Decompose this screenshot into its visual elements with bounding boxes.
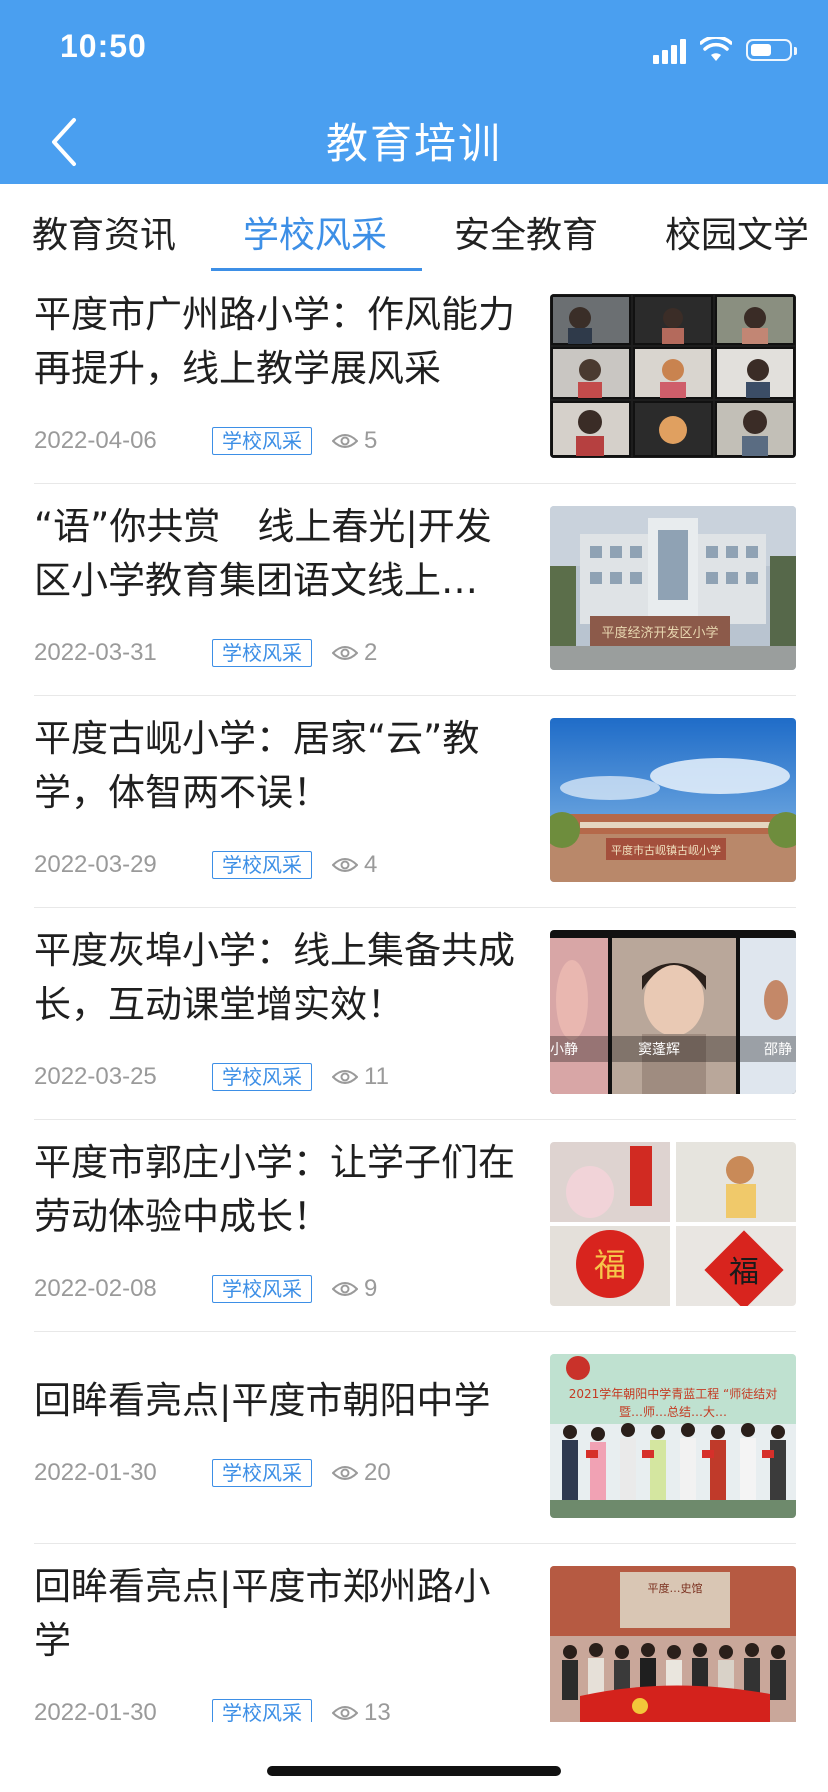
article-title: 平度古岘小学：居家“云”教学，体智两不误！ (34, 717, 480, 814)
tab-campus-literature[interactable]: 校园文学 (665, 206, 809, 258)
article-thumbnail[interactable]: 平度经济开发区小学 (550, 506, 796, 670)
eye-icon (332, 858, 358, 872)
view-count-value: 4 (364, 851, 378, 878)
home-indicator[interactable] (267, 1766, 561, 1776)
participant-name: 窦蓬辉 (638, 1042, 680, 1058)
article-tag: 学校风采 (212, 639, 312, 667)
status-icons (653, 32, 797, 68)
tab-school-style[interactable]: 学校风采 (243, 206, 387, 258)
fu-character-text: 福 (729, 1255, 759, 1290)
article-meta: 2022-04-06 学校风采 5 (34, 426, 377, 456)
article-thumbnail[interactable]: 福 福 (550, 1142, 796, 1306)
article-meta: 2022-03-31 学校风采 2 (34, 638, 377, 668)
article-list: 平度市广州路小学：作风能力再提升，线上教学展风采 2022-04-06 学校风采… (0, 272, 828, 1722)
view-count-value: 13 (364, 1699, 391, 1722)
stage-banner-text: 2021学年朝阳中学青蓝工程 “师徒结对 (569, 1386, 778, 1401)
eye-icon (332, 646, 358, 660)
article-tag: 学校风采 (212, 851, 312, 879)
eye-icon (332, 434, 358, 448)
spring-festival-image: 福 福 (550, 1142, 796, 1306)
school-gate-sign-text: 平度市古岘镇古岘小学 (611, 843, 721, 857)
page-title: 教育培训 (325, 119, 502, 168)
article-thumbnail[interactable]: 2021学年朝阳中学青蓝工程 “师徒结对 暨…师…总结…大… (550, 1354, 796, 1518)
school-gate-image: 平度市古岘镇古岘小学 (550, 718, 796, 882)
fu-character-text: 福 (594, 1246, 626, 1284)
active-tab-indicator (211, 268, 422, 271)
museum-sign-text: 平度…史馆 (648, 1581, 703, 1595)
view-count-value: 5 (364, 427, 378, 454)
article-date: 2022-01-30 (34, 1699, 157, 1722)
article-item[interactable]: 回眸看亮点|平度市朝阳中学 2022-01-30 学校风采 20 2021学年朝… (34, 1332, 796, 1544)
article-meta: 2022-01-30 学校风采 20 (34, 1458, 391, 1488)
article-date: 2022-03-29 (34, 851, 157, 878)
article-tag: 学校风采 (212, 1275, 312, 1303)
article-thumbnail[interactable]: 平度市古岘镇古岘小学 (550, 718, 796, 882)
view-count-value: 11 (364, 1063, 389, 1090)
stage-banner-subtext: 暨…师…总结…大… (619, 1405, 727, 1419)
article-title: 平度市广州路小学：作风能力再提升，线上教学展风采 (34, 293, 515, 390)
view-count: 20 (332, 1459, 391, 1487)
article-date: 2022-01-30 (34, 1459, 157, 1486)
cellular-signal-icon (653, 36, 686, 64)
battery-icon (746, 39, 797, 61)
stage-group-photo-image: 2021学年朝阳中学青蓝工程 “师徒结对 暨…师…总结…大… (550, 1354, 796, 1518)
article-title: 平度灰埠小学：线上集备共成长，互动课堂增实效！ (34, 929, 515, 1026)
video-call-grid-image (550, 294, 796, 458)
status-time: 10:50 (60, 28, 147, 64)
view-count-value: 2 (364, 639, 378, 666)
view-count: 5 (332, 427, 377, 455)
article-title: 回眸看亮点|平度市郑州路小学 (34, 1565, 491, 1662)
article-tag: 学校风采 (212, 427, 312, 455)
article-meta: 2022-01-30 学校风采 13 (34, 1698, 391, 1722)
participant-name: 小静 (550, 1042, 578, 1058)
video-call-teachers-image: 小静 窦蓬辉 邵静 (550, 930, 796, 1094)
view-count-value: 20 (364, 1459, 391, 1486)
tab-safety-education[interactable]: 安全教育 (454, 206, 598, 258)
article-meta: 2022-03-25 学校风采 11 (34, 1062, 389, 1092)
category-tabs: 教育资讯 学校风采 安全教育 校园文学 (0, 184, 828, 272)
article-date: 2022-02-08 (34, 1275, 157, 1302)
view-count: 9 (332, 1275, 377, 1303)
article-item[interactable]: “语”你共赏 线上春光|开发区小学教育集团语文线上… 2022-03-31 学校… (34, 484, 796, 696)
tab-education-news[interactable]: 教育资讯 (32, 206, 176, 258)
article-thumbnail[interactable] (550, 294, 796, 458)
school-sign-text: 平度经济开发区小学 (601, 625, 718, 641)
eye-icon (332, 1466, 358, 1480)
article-tag: 学校风采 (212, 1699, 312, 1722)
view-count: 4 (332, 851, 377, 879)
article-title: 回眸看亮点|平度市朝阳中学 (34, 1379, 491, 1422)
article-date: 2022-04-06 (34, 427, 157, 454)
article-date: 2022-03-25 (34, 1063, 157, 1090)
eye-icon (332, 1706, 358, 1720)
school-building-image: 平度经济开发区小学 (550, 506, 796, 670)
participant-name: 邵静 (764, 1042, 792, 1058)
article-meta: 2022-03-29 学校风采 4 (34, 850, 377, 880)
view-count: 11 (332, 1063, 389, 1091)
article-item[interactable]: 平度灰埠小学：线上集备共成长，互动课堂增实效！ 2022-03-25 学校风采 … (34, 908, 796, 1120)
wifi-icon (700, 37, 732, 61)
article-thumbnail[interactable]: 小静 窦蓬辉 邵静 (550, 930, 796, 1094)
article-tag: 学校风采 (212, 1459, 312, 1487)
article-date: 2022-03-31 (34, 639, 157, 666)
article-title: 平度市郭庄小学：让学子们在劳动体验中成长！ (34, 1141, 515, 1238)
eye-icon (332, 1070, 358, 1084)
article-item[interactable]: 平度市广州路小学：作风能力再提升，线上教学展风采 2022-04-06 学校风采… (34, 272, 796, 484)
view-count-value: 9 (364, 1275, 378, 1302)
article-meta: 2022-02-08 学校风采 9 (34, 1274, 377, 1304)
article-title: “语”你共赏 线上春光|开发区小学教育集团语文线上… (34, 505, 492, 602)
article-thumbnail[interactable]: 平度…史馆 (550, 1566, 796, 1722)
article-item[interactable]: 平度市郭庄小学：让学子们在劳动体验中成长！ 2022-02-08 学校风采 9 (34, 1120, 796, 1332)
article-item[interactable]: 平度古岘小学：居家“云”教学，体智两不误！ 2022-03-29 学校风采 4 … (34, 696, 796, 908)
article-tag: 学校风采 (212, 1063, 312, 1091)
app-header: 10:50 教育培训 (0, 0, 828, 184)
view-count: 13 (332, 1699, 391, 1722)
group-photo-flag-image: 平度…史馆 (550, 1566, 796, 1722)
eye-icon (332, 1282, 358, 1296)
view-count: 2 (332, 639, 377, 667)
article-item[interactable]: 回眸看亮点|平度市郑州路小学 2022-01-30 学校风采 13 平度…史馆 (34, 1544, 796, 1722)
